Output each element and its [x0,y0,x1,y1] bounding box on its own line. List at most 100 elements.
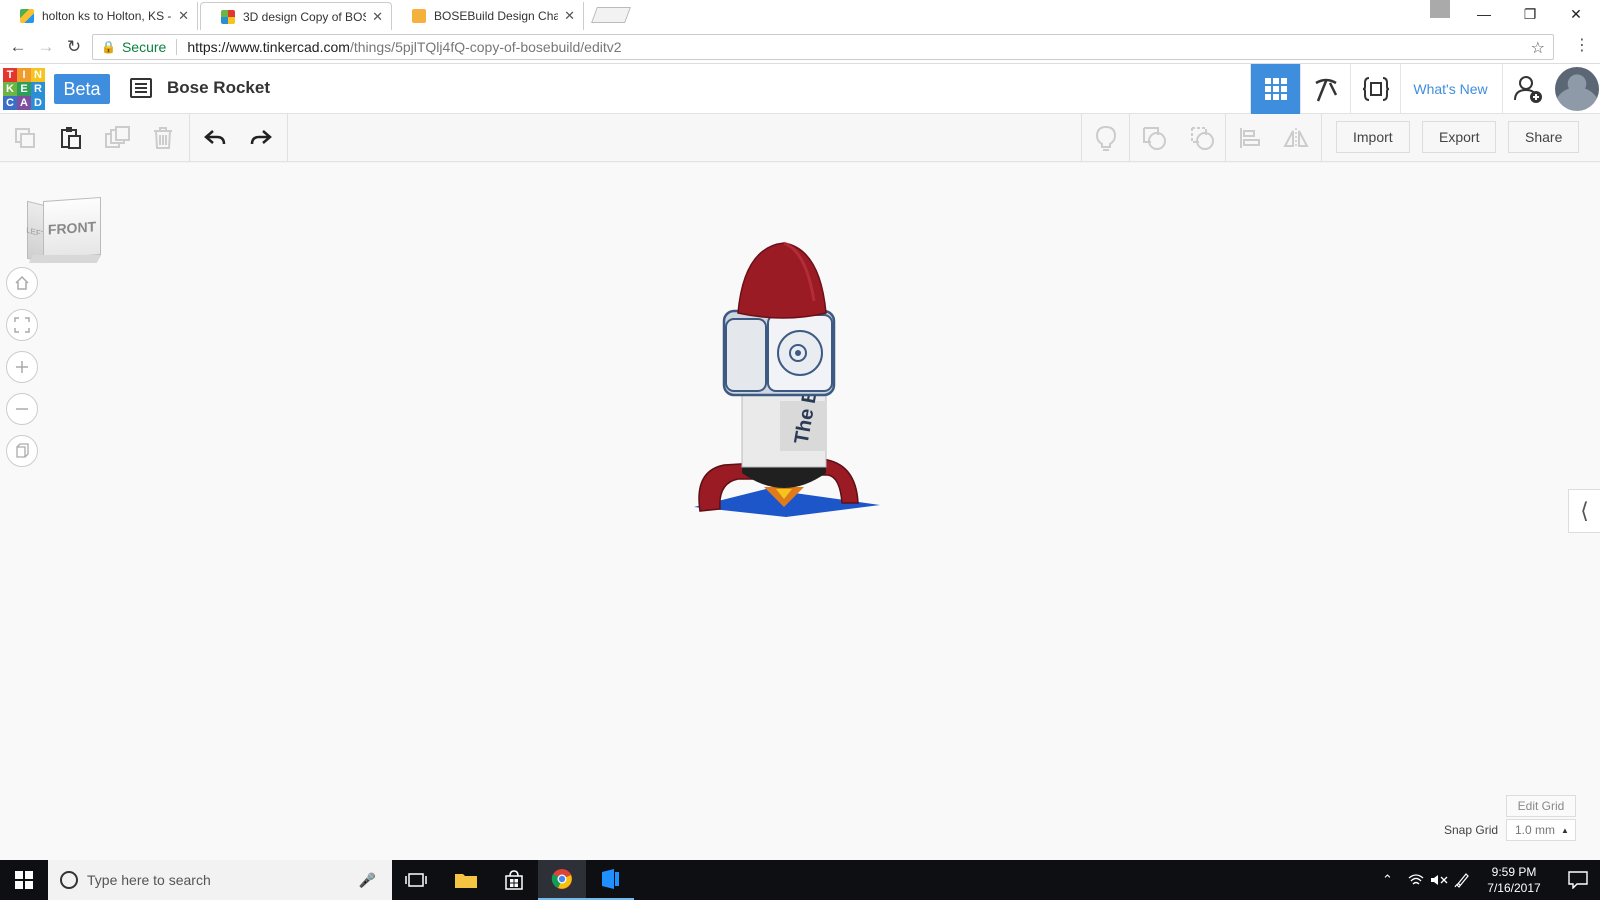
ortho-view-button[interactable] [6,435,38,467]
notification-icon [1568,871,1588,889]
toolbar-divider [1081,114,1082,162]
fit-view-button[interactable] [6,309,38,341]
user-avatar[interactable] [1555,67,1599,111]
toolbar-divider [1225,114,1226,162]
restore-icon[interactable]: ❐ [1508,0,1552,28]
design-title[interactable]: Bose Rocket [167,78,270,98]
align-button[interactable] [1227,114,1273,162]
new-tab-button[interactable] [591,7,631,23]
profile-icon[interactable] [1430,0,1450,18]
back-icon[interactable]: ← [6,35,30,59]
zoom-out-button[interactable] [6,393,38,425]
taskbar-search-input[interactable]: Type here to search 🎤 [48,860,392,900]
duplicate-button[interactable] [94,114,140,162]
logo-letter: K [3,82,17,96]
hole-button[interactable] [1179,114,1225,162]
rocket-model[interactable]: The Bose [680,241,900,531]
minimize-icon[interactable]: — [1462,0,1506,28]
close-tab-icon[interactable]: ✕ [178,8,189,24]
chrome-button[interactable] [538,860,586,900]
undo-icon [204,130,226,145]
snap-grid-select[interactable]: 1.0 mm ▲ [1506,819,1576,841]
tab-bosebuild[interactable]: BOSEBuild Design Challe ✕ [392,2,584,30]
view-cube[interactable]: LEFT FRONT [25,193,105,265]
workplane[interactable]: LEFT FRONT The Bose ⟨ Edit Grid Snap Gri… [0,163,1600,860]
browser-tab-strip: holton ks to Holton, KS - ✕ 3D design Co… [0,0,1600,30]
home-view-button[interactable] [6,267,38,299]
paste-button[interactable] [48,114,94,162]
system-clock[interactable]: 9:59 PM 7/16/2017 [1474,864,1554,896]
notes-button[interactable] [1083,114,1129,162]
edit-grid-button[interactable]: Edit Grid [1506,795,1576,817]
action-center-button[interactable] [1556,860,1600,900]
delete-button[interactable] [140,114,186,162]
add-user-button[interactable] [1502,64,1552,114]
chrome-icon [551,869,572,889]
zoom-in-button[interactable] [6,351,38,383]
store-button[interactable] [490,860,538,900]
folder-icon [455,874,477,888]
start-button[interactable] [0,860,48,900]
forward-icon[interactable]: → [34,35,58,59]
home-icon [15,275,29,290]
code-braces-icon [1362,77,1389,101]
codeblocks-view-button[interactable] [1350,64,1400,114]
solid-shape-icon [1143,127,1166,150]
whats-new-link[interactable]: What's New [1400,64,1500,114]
perspective-icon [16,443,29,458]
app-icon [602,869,619,889]
browser-menu-icon[interactable]: ⋮ [1574,35,1590,55]
minecraft-view-button[interactable] [1300,64,1350,114]
toolbar-divider [189,114,190,162]
panel-toggle-icon[interactable]: ⟨ [1568,489,1600,533]
tab-holton[interactable]: holton ks to Holton, KS - ✕ [0,2,198,30]
trash-icon [154,127,172,149]
close-window-icon[interactable]: ✕ [1554,0,1598,28]
paste-icon [61,127,81,149]
caret-up-icon: ▲ [1561,825,1569,835]
view-cube-bottom [28,255,102,263]
tinkercad-logo[interactable]: TINKERCAD [3,68,45,110]
bookmark-star-icon[interactable]: ☆ [1531,38,1545,58]
pen-icon[interactable] [1454,860,1470,900]
add-user-icon [1513,76,1542,103]
3d-view-button[interactable] [1250,64,1300,114]
app-header: TINKERCAD Beta Bose Rocket What's New [0,64,1600,114]
tab-3d-design[interactable]: 3D design Copy of BOSE ✕ [200,2,392,30]
logo-letter: D [31,96,45,110]
close-tab-icon[interactable]: ✕ [564,8,575,24]
copy-button[interactable] [2,114,48,162]
import-button[interactable]: Import [1336,121,1410,153]
solid-button[interactable] [1131,114,1177,162]
tray-chevron-icon[interactable]: ⌃ [1382,860,1393,900]
duplicate-icon [105,126,130,148]
logo-letter: R [31,82,45,96]
mirror-button[interactable] [1273,114,1319,162]
view-cube-front[interactable]: FRONT [43,196,101,260]
cortana-icon [60,871,78,889]
export-button[interactable]: Export [1422,121,1497,153]
undo-button[interactable] [192,114,238,162]
file-explorer-button[interactable] [442,860,490,900]
network-icon[interactable] [1408,860,1424,900]
bose-icon [412,9,426,23]
task-view-button[interactable] [392,860,440,900]
lock-icon: 🔒 [101,40,116,54]
url-input[interactable]: 🔒 Secure https://www.tinkercad.com/thing… [92,34,1554,60]
close-tab-icon[interactable]: ✕ [372,9,383,25]
logo-letter: A [17,96,31,110]
snap-grid-label: Snap Grid [1444,823,1499,837]
design-list-icon[interactable] [130,78,152,98]
minus-icon [16,408,28,410]
share-button[interactable]: Share [1508,121,1580,153]
volume-muted-icon[interactable] [1430,860,1448,900]
redo-button[interactable] [238,114,284,162]
app-button[interactable] [586,860,634,900]
reload-icon[interactable]: ↻ [62,35,86,59]
nose-cone[interactable] [737,242,827,319]
beta-badge: Beta [54,74,110,104]
maps-icon [20,9,34,23]
logo-letter: I [17,68,31,82]
microphone-icon[interactable]: 🎤 [359,872,376,889]
lightbulb-icon [1095,126,1117,151]
